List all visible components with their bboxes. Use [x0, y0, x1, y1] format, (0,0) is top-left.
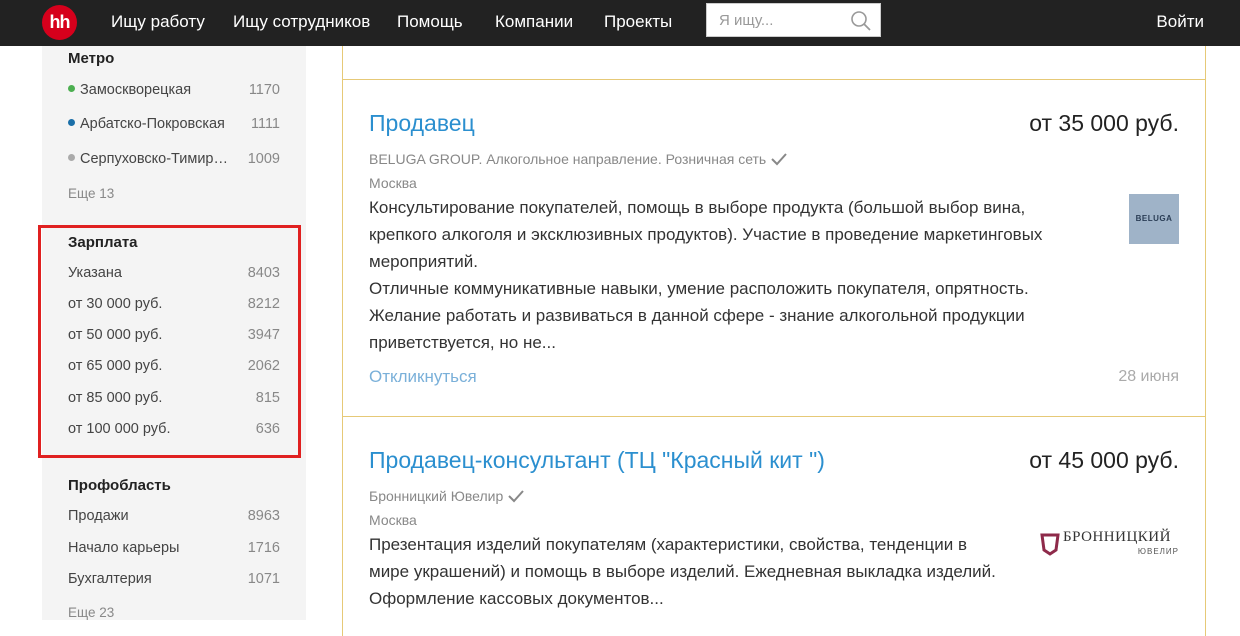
- nav-help[interactable]: Помощь: [397, 12, 463, 32]
- filter-label: Замоскворецкая: [80, 82, 192, 98]
- vacancy-city: Москва: [369, 512, 417, 528]
- vacancy-salary: от 35 000 руб.: [1029, 110, 1179, 136]
- search-icon[interactable]: [850, 10, 872, 32]
- filter-count: 1111: [250, 116, 280, 132]
- metro-show-more-link[interactable]: Еще 13: [68, 186, 114, 201]
- profarea-filter-title: Профобласть: [68, 477, 171, 494]
- profarea-filter-item[interactable]: Начало карьеры 1716: [68, 540, 280, 562]
- vacancy-card: Продавец от 35 000 руб. BELUGA GROUP. Ал…: [342, 79, 1206, 417]
- description-line: Консультирование покупателей, помощь в в…: [369, 198, 1026, 217]
- company-logo[interactable]: БРОННИЦКИЙ ЮВЕЛИР: [1039, 529, 1179, 559]
- company-logo-mark: [1040, 533, 1060, 556]
- vacancy-company[interactable]: BELUGA GROUP. Алкогольное направление. Р…: [369, 151, 788, 167]
- description-line: крепкого алкоголя и эксклюзивных продукт…: [369, 225, 1043, 244]
- salary-highlight-frame: [38, 225, 301, 458]
- company-logo[interactable]: BELUGA: [1129, 194, 1179, 244]
- login-link[interactable]: Войти: [1156, 12, 1204, 32]
- metro-line-dot: [68, 119, 75, 126]
- search-box: [706, 3, 881, 37]
- vacancy-date: 28 июня: [1118, 368, 1179, 385]
- vacancy-title-link[interactable]: Продавец: [369, 110, 475, 137]
- nav-find-employees[interactable]: Ищу сотрудников: [233, 12, 370, 32]
- company-name: Бронницкий Ювелир: [369, 488, 504, 504]
- top-navigation-bar: hh Ищу работу Ищу сотрудников Помощь Ком…: [0, 0, 1240, 46]
- vacancy-description: Консультирование покупателей, помощь в в…: [369, 194, 1079, 356]
- vacancy-city: Москва: [369, 175, 417, 191]
- description-line: мероприятий.: [369, 252, 478, 271]
- company-logo-text: BELUGA: [1135, 214, 1173, 223]
- profarea-filter-item[interactable]: Бухгалтерия 1071: [68, 571, 280, 593]
- description-line: Отличные коммуникативные навыки, умение …: [369, 279, 1029, 298]
- respond-button[interactable]: Откликнуться: [369, 367, 477, 387]
- description-line: Презентация изделий покупателям (характе…: [369, 535, 967, 554]
- verified-check-icon: [771, 153, 787, 166]
- vacancy-salary: от 45 000 руб.: [1029, 447, 1179, 473]
- company-logo-subtext: ЮВЕЛИР: [1137, 547, 1179, 556]
- description-line: приветствуется, но не...: [369, 333, 556, 352]
- metro-filter-title: Метро: [68, 50, 115, 67]
- nav-find-job[interactable]: Ищу работу: [111, 12, 205, 32]
- vacancy-description: Презентация изделий покупателям (характе…: [369, 531, 1079, 612]
- company-name: BELUGA GROUP. Алкогольное направление. Р…: [369, 151, 767, 167]
- metro-filter-item[interactable]: Замоскворецкая 1170: [68, 82, 280, 104]
- filter-label: Серпуховско-Тимир…: [80, 151, 228, 167]
- filter-count: 8963: [247, 508, 280, 524]
- previous-vacancy-card: [342, 46, 1206, 80]
- metro-line-dot: [68, 85, 75, 92]
- vacancy-title-link[interactable]: Продавец-консультант (ТЦ "Красный кит "): [369, 447, 825, 474]
- filter-count: 1716: [247, 540, 280, 556]
- filter-label: Бухгалтерия: [68, 571, 152, 587]
- profarea-show-more-link[interactable]: Еще 23: [68, 605, 114, 620]
- search-input[interactable]: [707, 4, 847, 36]
- hh-logo[interactable]: hh: [42, 5, 77, 40]
- filter-label: Начало карьеры: [68, 540, 180, 556]
- vacancy-card: Продавец-консультант (ТЦ "Красный кит ")…: [342, 416, 1206, 636]
- nav-companies[interactable]: Компании: [495, 12, 573, 32]
- filter-label: Продажи: [68, 508, 129, 524]
- metro-filter-item[interactable]: Арбатско-Покровская 1111: [68, 116, 280, 138]
- verified-check-icon: [508, 490, 524, 503]
- nav-projects[interactable]: Проекты: [604, 12, 672, 32]
- vacancy-company[interactable]: Бронницкий Ювелир: [369, 488, 525, 504]
- metro-line-dot: [68, 154, 75, 161]
- profarea-filter-item[interactable]: Продажи 8963: [68, 508, 280, 530]
- filter-count: 1170: [248, 82, 280, 98]
- filter-count: 1071: [247, 571, 280, 587]
- metro-filter-item[interactable]: Серпуховско-Тимир… 1009: [68, 151, 280, 173]
- filter-count: 1009: [247, 151, 280, 167]
- description-line: Оформление кассовых документов...: [369, 589, 664, 608]
- company-logo-text: БРОННИЦКИЙ: [1063, 529, 1171, 545]
- description-line: Желание работать и развиваться в данной …: [369, 306, 1025, 325]
- description-line: мире украшений) и помощь в выборе издели…: [369, 562, 996, 581]
- filter-label: Арбатско-Покровская: [80, 116, 225, 132]
